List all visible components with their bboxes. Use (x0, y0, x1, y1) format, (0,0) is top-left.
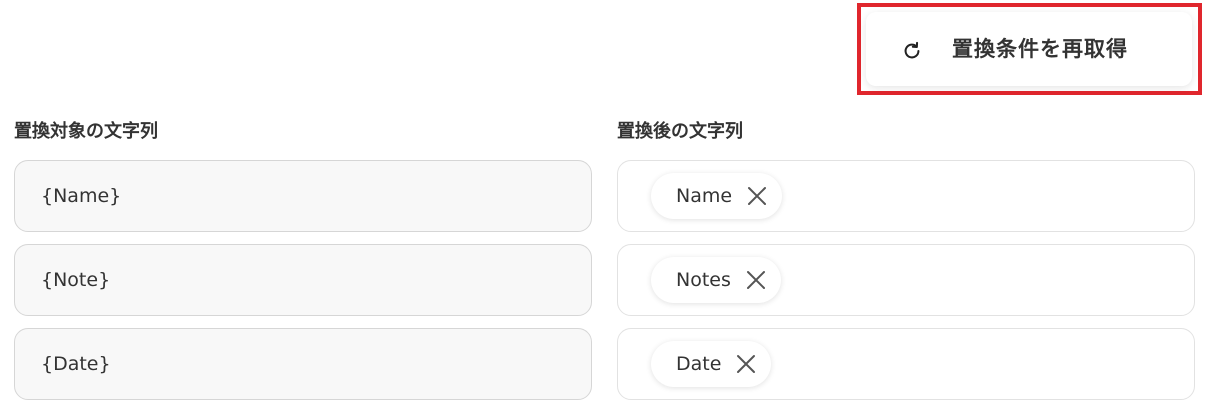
refresh-icon (904, 41, 920, 59)
close-icon[interactable] (745, 269, 767, 291)
replace-settings-panel: 置換条件を再取得 置換対象の文字列 置換後の文字列 {Name} Name {N… (0, 0, 1207, 412)
source-field[interactable]: {Date} (14, 328, 592, 400)
variable-chip[interactable]: Name (651, 173, 783, 219)
source-field[interactable]: {Name} (14, 160, 592, 232)
source-column-label: 置換対象の文字列 (14, 121, 158, 142)
variable-chip[interactable]: Date (651, 341, 772, 387)
target-field[interactable]: Notes (617, 244, 1195, 316)
target-field[interactable]: Name (617, 160, 1195, 232)
chip-label: Name (676, 185, 733, 207)
target-field[interactable]: Date (617, 328, 1195, 400)
close-icon[interactable] (735, 353, 757, 375)
chip-label: Notes (676, 269, 731, 291)
source-field[interactable]: {Note} (14, 244, 592, 316)
variable-chip[interactable]: Notes (651, 257, 781, 303)
refresh-button-label: 置換条件を再取得 (952, 37, 1128, 61)
refresh-conditions-button[interactable]: 置換条件を再取得 (866, 12, 1192, 86)
close-icon[interactable] (746, 185, 768, 207)
chip-label: Date (676, 353, 722, 375)
target-column-label: 置換後の文字列 (617, 121, 743, 142)
